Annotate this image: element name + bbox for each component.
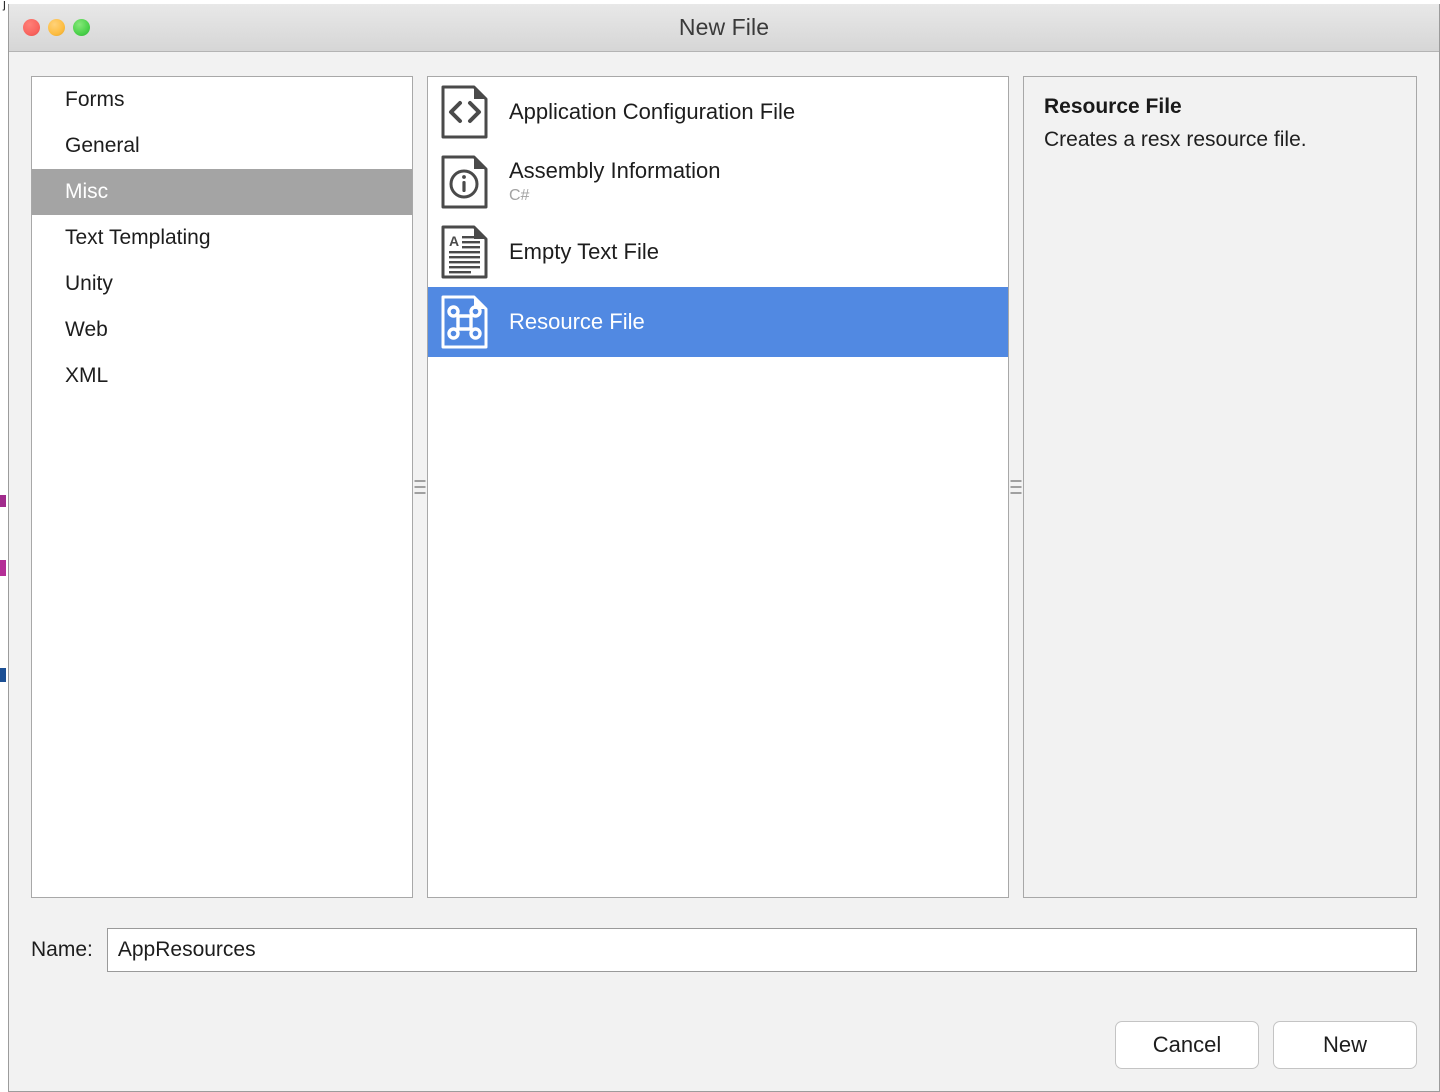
svg-text:A: A [449,233,459,249]
panes-container: Forms General Misc Text Templating Unity… [31,76,1417,898]
splitter-left[interactable] [413,76,427,898]
background-window-artifact [0,560,6,576]
category-item-label: General [65,134,140,157]
category-list-panel: Forms General Misc Text Templating Unity… [31,76,413,898]
category-item-misc[interactable]: Misc [32,169,412,215]
splitter-grip-icon [1010,480,1022,494]
zoom-window-button[interactable] [73,19,90,36]
description-panel: Resource File Creates a resx resource fi… [1023,76,1417,898]
description-body: Creates a resx resource file. [1044,128,1307,151]
splitter-grip-icon [414,480,426,494]
category-item-unity[interactable]: Unity [32,261,412,307]
new-button[interactable]: New [1273,1021,1417,1069]
code-file-icon [441,85,488,139]
template-item-title: Resource File [509,309,645,335]
template-item-application-configuration-file[interactable]: Application Configuration File [428,77,1008,147]
name-row: Name: [31,928,1417,972]
template-item-assembly-information[interactable]: Assembly Information C# [428,147,1008,217]
category-item-web[interactable]: Web [32,307,412,353]
text-file-icon: A [441,225,488,279]
info-file-icon [441,155,488,209]
window-controls [23,4,90,51]
category-item-label: Unity [65,272,113,295]
window-titlebar: New File [9,4,1439,52]
template-list-panel: Application Configuration File Assembly … [427,76,1009,898]
window-title: New File [678,14,770,40]
background-window-text-fragment: j [3,0,6,11]
cancel-button[interactable]: Cancel [1115,1021,1259,1069]
splitter-right[interactable] [1009,76,1023,898]
category-item-label: Forms [65,88,125,111]
template-item-text: Resource File [509,309,645,335]
category-item-label: Web [65,318,108,341]
category-item-label: XML [65,364,109,387]
category-item-xml[interactable]: XML [32,353,412,399]
background-window-artifact [0,495,6,507]
category-item-label: Misc [65,180,109,203]
minimize-window-button[interactable] [48,19,65,36]
category-item-forms[interactable]: Forms [32,77,412,123]
template-item-empty-text-file[interactable]: A Empty Text File [428,217,1008,287]
category-item-text-templating[interactable]: Text Templating [32,215,412,261]
template-item-subtitle: C# [509,186,530,204]
dialog-body: Forms General Misc Text Templating Unity… [9,52,1439,1091]
template-item-text: Empty Text File [509,239,659,265]
template-item-resource-file[interactable]: Resource File [428,287,1008,357]
template-item-text: Assembly Information C# [509,158,721,206]
template-item-title: Application Configuration File [509,99,796,125]
new-file-dialog: New File Forms General Misc Text Templat… [8,4,1440,1092]
command-file-icon [441,295,488,349]
close-window-button[interactable] [23,19,40,36]
template-item-title: Assembly Information [509,158,721,184]
template-item-title: Empty Text File [509,239,659,265]
description-title: Resource File [1044,95,1182,118]
background-window-artifact [0,668,6,682]
template-item-text: Application Configuration File [509,99,795,125]
category-item-label: Text Templating [65,226,211,249]
dialog-footer: Cancel New [1115,1021,1417,1069]
name-label: Name: [31,938,93,961]
category-item-general[interactable]: General [32,123,412,169]
name-input[interactable] [106,928,1417,972]
